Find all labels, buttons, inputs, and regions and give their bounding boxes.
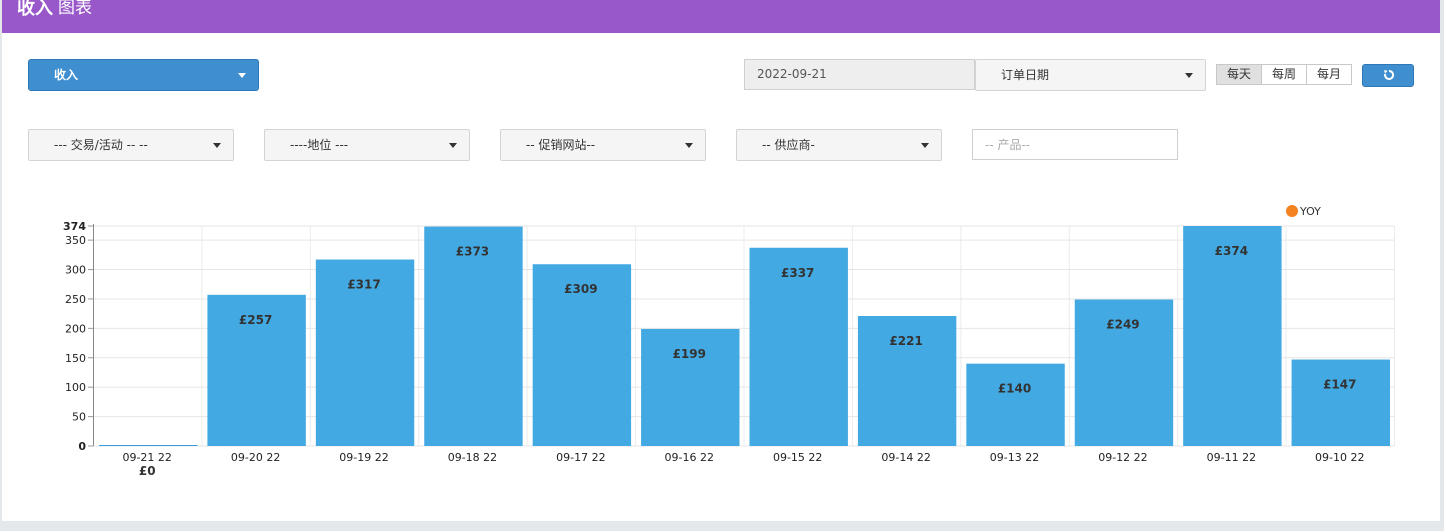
refresh-button[interactable] xyxy=(1362,64,1414,87)
data-label: £374 xyxy=(1215,244,1248,258)
y-tick-label: 200 xyxy=(65,322,86,335)
data-label: £309 xyxy=(564,282,597,296)
bar xyxy=(424,226,523,446)
chevron-down-icon xyxy=(685,143,693,148)
chevron-down-icon xyxy=(213,143,221,148)
y-tick-label: 350 xyxy=(65,234,86,247)
x-tick-label: 09-19 22 xyxy=(339,451,388,464)
y-tick-label: 150 xyxy=(65,352,86,365)
data-label: £221 xyxy=(889,334,922,348)
legend-label: YOY xyxy=(1299,205,1321,218)
chevron-down-icon xyxy=(921,143,929,148)
y-tick-label: 0 xyxy=(78,440,86,453)
page-title-suffix: 图表 xyxy=(58,0,92,18)
data-label: £249 xyxy=(1106,318,1139,332)
chevron-down-icon xyxy=(449,143,457,148)
period-monthly-button[interactable]: 每月 xyxy=(1306,64,1352,85)
x-tick-label: 09-13 22 xyxy=(990,451,1039,464)
data-label: £0 xyxy=(139,464,156,478)
period-weekly-button[interactable]: 每周 xyxy=(1261,64,1307,85)
promo-site-select-label: -- 促销网站-- xyxy=(526,138,596,152)
period-daily-button[interactable]: 每天 xyxy=(1216,64,1262,85)
promo-site-select[interactable]: -- 促销网站-- xyxy=(500,129,706,161)
chart-panel: 收入 图表 收入 2022-09-21 订单日期 每天 每周 每月 --- 交易… xyxy=(2,0,1440,521)
metric-select[interactable]: 收入 xyxy=(28,59,259,91)
campaign-select-label: --- 交易/活动 -- -- xyxy=(54,138,148,152)
x-tick-label: 09-12 22 xyxy=(1098,451,1147,464)
data-label: £199 xyxy=(673,347,706,361)
y-tick-label: 250 xyxy=(65,293,86,306)
x-tick-label: 09-10 22 xyxy=(1315,451,1364,464)
x-tick-label: 09-11 22 xyxy=(1207,451,1256,464)
chevron-down-icon xyxy=(1185,73,1193,78)
bar xyxy=(966,363,1065,446)
y-tick-label: 300 xyxy=(65,264,86,277)
x-tick-label: 09-18 22 xyxy=(448,451,497,464)
x-tick-label: 09-15 22 xyxy=(773,451,822,464)
date-field[interactable]: 2022-09-21 xyxy=(744,59,975,90)
data-label: £147 xyxy=(1323,378,1356,392)
product-input[interactable] xyxy=(972,129,1178,160)
x-tick-label: 09-16 22 xyxy=(665,451,714,464)
refresh-icon xyxy=(1383,69,1395,80)
y-tick-label: 50 xyxy=(72,411,86,424)
legend-marker xyxy=(1286,205,1298,217)
metric-select-label: 收入 xyxy=(54,68,79,82)
date-type-select[interactable]: 订单日期 xyxy=(975,59,1206,91)
campaign-select[interactable]: --- 交易/活动 -- -- xyxy=(28,129,234,161)
x-tick-label: 09-14 22 xyxy=(881,451,930,464)
data-label: £140 xyxy=(998,382,1031,396)
data-label: £337 xyxy=(781,266,814,280)
panel-header: 收入 图表 xyxy=(2,0,1440,33)
bar xyxy=(1183,226,1282,446)
y-tick-label: 374 xyxy=(63,220,86,233)
bar xyxy=(99,445,198,446)
x-tick-label: 09-20 22 xyxy=(231,451,280,464)
bar xyxy=(1291,359,1390,446)
revenue-bar-chart: 0 50 100 150 200 250 300 350374 £009-21 22 £257 09… xyxy=(63,205,1395,478)
supplier-select-label: -- 供应商- xyxy=(762,138,815,152)
x-tick-label: 09-21 22 xyxy=(122,451,171,464)
date-type-label: 订单日期 xyxy=(1001,68,1050,82)
location-select-label: ----地位 --- xyxy=(290,138,349,152)
chevron-down-icon xyxy=(238,73,246,78)
y-tick-label: 100 xyxy=(65,381,86,394)
data-label: £373 xyxy=(456,245,489,259)
location-select[interactable]: ----地位 --- xyxy=(264,129,470,161)
data-label: £257 xyxy=(239,313,272,327)
supplier-select[interactable]: -- 供应商- xyxy=(736,129,942,161)
page-title: 收入 xyxy=(17,0,53,19)
data-label: £317 xyxy=(347,278,380,292)
x-tick-label: 09-17 22 xyxy=(556,451,605,464)
